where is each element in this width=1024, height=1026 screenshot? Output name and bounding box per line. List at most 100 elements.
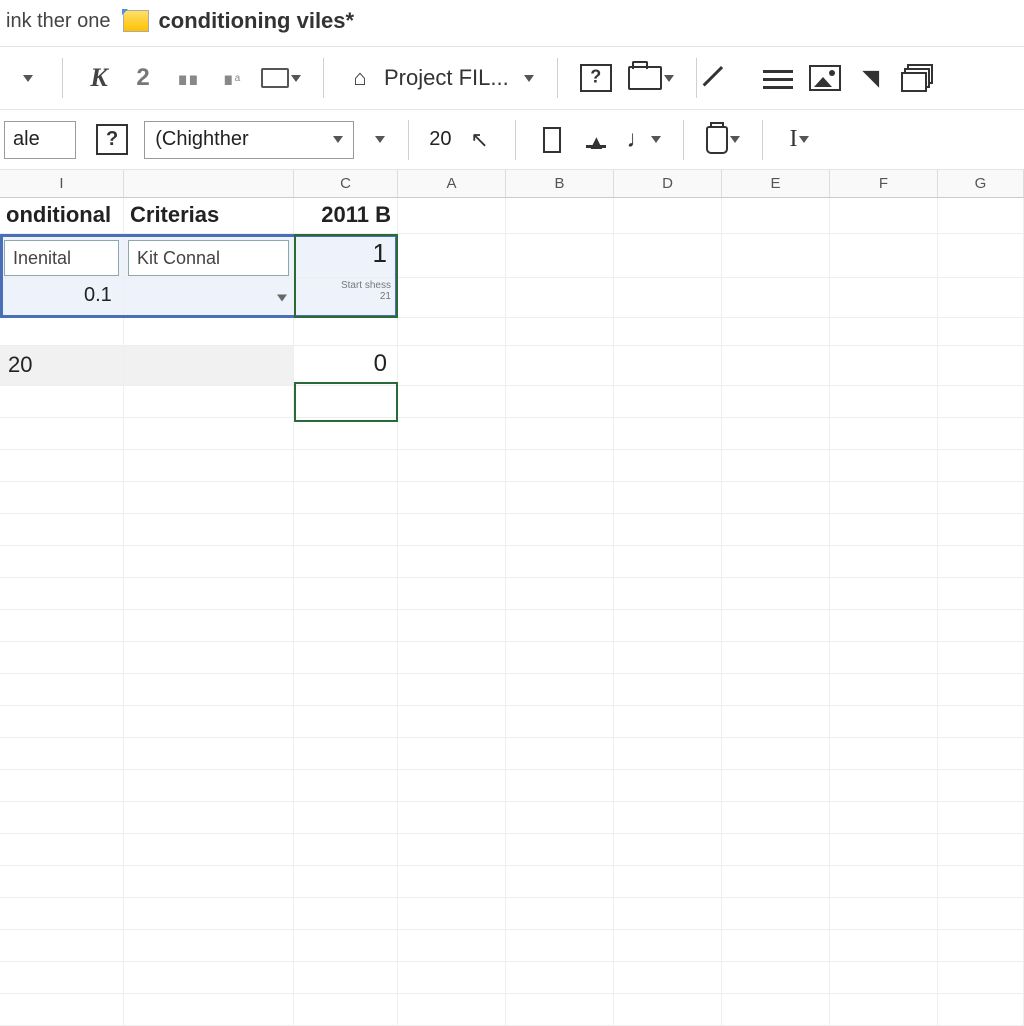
input-criteria[interactable]: Kit Connal — [128, 240, 289, 276]
value-0-1: 0.1 — [84, 284, 112, 307]
col-header-B[interactable]: B — [506, 170, 614, 197]
cell-r5-c1[interactable] — [124, 346, 294, 386]
row-1: onditional Criterias 2011 B — [0, 198, 1024, 234]
cell-r4-c1[interactable] — [124, 318, 294, 346]
cell-r1-D[interactable] — [614, 198, 722, 234]
font-size[interactable]: 20 — [423, 128, 457, 151]
help-box[interactable] — [576, 58, 616, 98]
note-tool[interactable]: ♩ — [622, 120, 665, 160]
cell-r1-B[interactable] — [506, 198, 614, 234]
cell-r5-E[interactable] — [722, 346, 830, 386]
cell-r3-c2[interactable]: Start shess 21 — [294, 278, 398, 318]
cell-r2-c1[interactable]: Kit Connal — [124, 234, 294, 278]
toolbar-format: ale ? (Chighther 20 ↖ ▲ ♩ I — [0, 110, 1024, 170]
tool-printer[interactable] — [257, 58, 305, 98]
col-header-E[interactable]: E — [722, 170, 830, 197]
cell-r5-c2[interactable]: 0 — [294, 346, 398, 386]
col-header-I[interactable]: I — [0, 170, 124, 197]
toolbar-main: K 2 ∎∎ ∎a ⌂ Project FIL... ◥ — [0, 46, 1024, 110]
col-header-blank[interactable] — [124, 170, 294, 197]
cell-r2-c2[interactable]: 1 — [294, 234, 398, 278]
titlebar: ink ther one conditioning viles* — [0, 0, 1024, 46]
cell-r5-G[interactable] — [938, 346, 1024, 386]
cell-r1-c2[interactable]: 2011 B — [294, 198, 398, 234]
cell-r1-G[interactable] — [938, 198, 1024, 234]
cell-r2-B[interactable] — [506, 234, 614, 278]
cell-r5-F[interactable] — [830, 346, 938, 386]
cell-r3-A[interactable] — [398, 278, 506, 318]
value-20: 20 — [8, 352, 32, 377]
cell-r2-G[interactable] — [938, 234, 1024, 278]
project-dropdown[interactable] — [515, 58, 539, 98]
cell-r2-c0[interactable]: Inenital — [0, 234, 124, 278]
font-selector[interactable]: (Chighther — [144, 121, 354, 159]
home-icon[interactable]: ⌂ — [342, 58, 378, 98]
cell-r3-c1[interactable]: 0.1 — [124, 278, 294, 318]
tool-3[interactable]: ∎∎ — [169, 58, 205, 98]
row-5: 20 0 — [0, 346, 1024, 386]
dropdown-1[interactable] — [8, 58, 44, 98]
tool-4[interactable]: ∎a — [213, 58, 249, 98]
cell-r4-F[interactable] — [830, 318, 938, 346]
ibeam-tool[interactable]: I — [781, 120, 817, 160]
cell-r5-A[interactable] — [398, 346, 506, 386]
cell-r4-E[interactable] — [722, 318, 830, 346]
cell-r5-D[interactable] — [614, 346, 722, 386]
cell-r3-D[interactable] — [614, 278, 722, 318]
col-header-D[interactable]: D — [614, 170, 722, 197]
cell-r3-E[interactable] — [722, 278, 830, 318]
bold-tool[interactable]: K — [81, 58, 117, 98]
cell-r1-c1[interactable]: Criterias — [124, 198, 294, 234]
align-tool-1[interactable] — [534, 120, 570, 160]
cell-r2-E[interactable] — [722, 234, 830, 278]
flag-tool[interactable]: ◥ — [853, 58, 889, 98]
font-name-text: (Chighther — [155, 128, 248, 151]
stack-tool[interactable] — [897, 58, 939, 98]
cell-r3-B[interactable] — [506, 278, 614, 318]
cell-ref-text: ale — [13, 128, 40, 151]
column-headers: I C A B D E F G — [0, 170, 1024, 198]
cell-r5-c0[interactable]: 20 — [0, 346, 124, 386]
tool-2[interactable]: 2 — [125, 58, 161, 98]
cell-r1-F[interactable] — [830, 198, 938, 234]
cell-r2-F[interactable] — [830, 234, 938, 278]
cell-r4-B[interactable] — [506, 318, 614, 346]
font-extra-dropdown[interactable] — [366, 120, 390, 160]
value-0: 0 — [374, 350, 387, 377]
col-header-G[interactable]: G — [938, 170, 1024, 197]
col-header-F[interactable]: F — [830, 170, 938, 197]
cell-r3-G[interactable] — [938, 278, 1024, 318]
cell-r4-D[interactable] — [614, 318, 722, 346]
cell-r1-c0[interactable]: onditional — [0, 198, 124, 234]
help-small[interactable]: ? — [92, 120, 132, 160]
cell-r2-A[interactable] — [398, 234, 506, 278]
lines-tool[interactable] — [759, 58, 797, 98]
image-tool[interactable] — [805, 58, 845, 98]
cell-r2-D[interactable] — [614, 234, 722, 278]
row-3: 0.1 Start shess 21 — [0, 278, 1024, 318]
titlebar-prefix: ink ther one — [6, 10, 111, 33]
spreadsheet-grid[interactable]: onditional Criterias 2011 B Inenital Kit… — [0, 198, 1024, 1026]
cell-r4-G[interactable] — [938, 318, 1024, 346]
cell-r1-E[interactable] — [722, 198, 830, 234]
col-header-A[interactable]: A — [398, 170, 506, 197]
cell-r4-A[interactable] — [398, 318, 506, 346]
cursor-tool[interactable]: ↖ — [461, 120, 497, 160]
pen-tool[interactable] — [715, 58, 751, 98]
cell-r3-F[interactable] — [830, 278, 938, 318]
cell-r5-B[interactable] — [506, 346, 614, 386]
note-start: Start shess — [300, 280, 391, 291]
col-header-C[interactable]: C — [294, 170, 398, 197]
input-conditional[interactable]: Inenital — [4, 240, 119, 276]
note-21: 21 — [300, 291, 391, 302]
filename: conditioning viles* — [159, 8, 355, 34]
cell-r4-c0[interactable] — [0, 318, 124, 346]
folder-open[interactable] — [624, 58, 678, 98]
cell-r1-A[interactable] — [398, 198, 506, 234]
cell-reference-box[interactable]: ale — [4, 121, 76, 159]
underline-tool[interactable]: ▲ — [578, 120, 614, 160]
project-label[interactable]: Project FIL... — [384, 65, 509, 91]
cell-r4-c2[interactable] — [294, 318, 398, 346]
jar-tool[interactable] — [702, 120, 744, 160]
row-4 — [0, 318, 1024, 346]
